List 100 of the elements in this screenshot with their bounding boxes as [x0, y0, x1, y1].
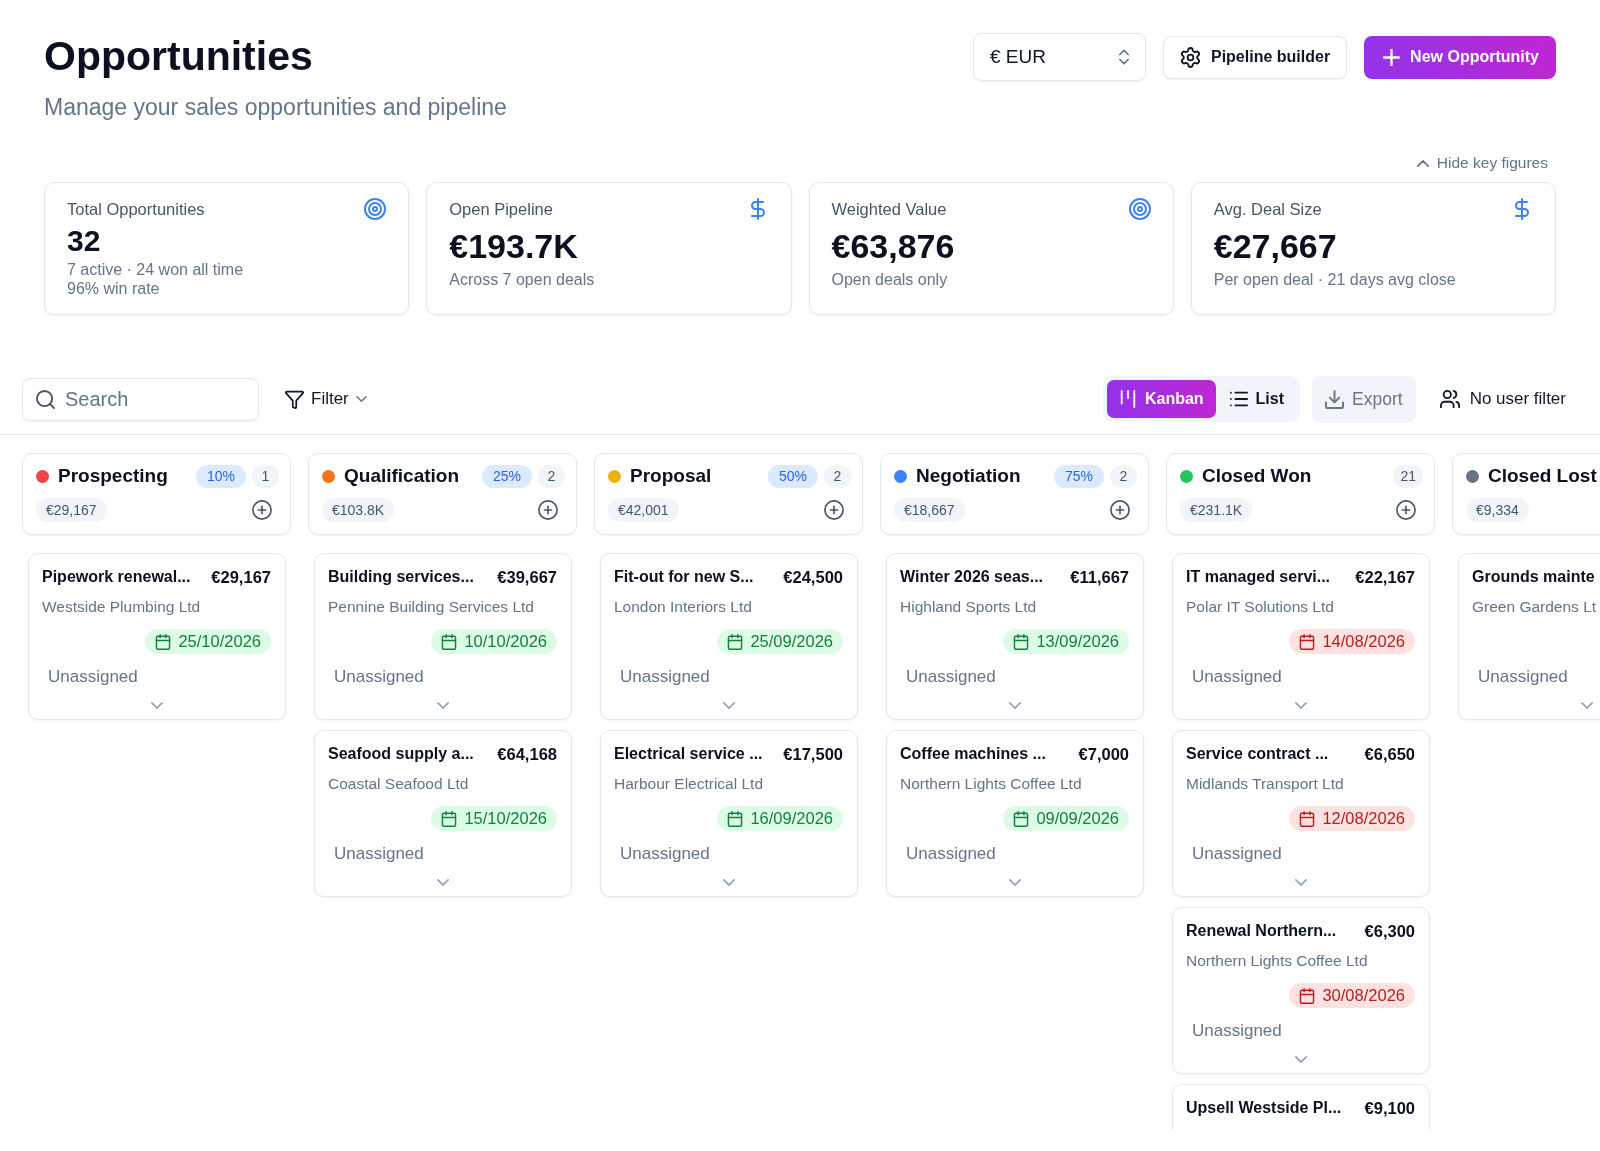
deal-amount: €17,500	[783, 744, 843, 764]
deal-amount: €22,167	[1355, 567, 1415, 587]
plus-circle-icon[interactable]	[252, 500, 272, 520]
chevron-down-icon	[355, 396, 367, 402]
calendar-icon	[727, 633, 744, 650]
deal-card[interactable]: Grounds mainte Green Gardens Lt Unassigned	[1458, 553, 1600, 720]
company-name: Green Gardens Lt	[1472, 597, 1597, 617]
search-field[interactable]: Search	[22, 377, 259, 421]
deal-title: Pipework renewal...	[42, 567, 191, 587]
calendar-icon	[1299, 987, 1316, 1004]
company-name: London Interiors Ltd	[614, 597, 752, 617]
view-tab[interactable]: Kanban	[1106, 380, 1216, 418]
assignee-label: Unassigned	[620, 843, 710, 865]
deal-card[interactable]: Building services... €39,667 Pennine Building Services Ltd 10/10/2026 Unassigned	[314, 553, 572, 720]
stat-note: Per open deal · 21 days avg close	[1213, 270, 1456, 290]
column-total-badge: €18,667	[894, 498, 965, 522]
chevron-down-icon[interactable]	[436, 879, 449, 886]
user-filter-button[interactable]: No user filter	[1429, 379, 1576, 419]
column-total-badge: €103.8K	[322, 498, 395, 522]
deal-amount: €39,667	[497, 567, 557, 587]
chevrons-up-down-icon	[1118, 49, 1129, 65]
deal-card[interactable]: Service contract ... €6,650 Midlands Transport Ltd 12/08/2026 Unassigned	[1172, 730, 1430, 897]
deal-card[interactable]: Electrical service ... €17,500 Harbour Electrical Ltd 16/09/2026 Unassigned	[600, 730, 858, 897]
new-opportunity-button[interactable]: New Opportunity	[1364, 35, 1556, 79]
due-date: 25/09/2026	[750, 631, 833, 652]
assignee-label: Unassigned	[48, 666, 138, 688]
chevron-down-icon[interactable]	[1294, 1056, 1307, 1063]
deal-count-badge: 2	[1110, 464, 1137, 488]
probability-badge: 25%	[481, 464, 532, 488]
company-name: Highland Sports Ltd	[900, 597, 1037, 617]
column-total-badge: €231.1K	[1180, 498, 1253, 522]
pipeline-builder-button[interactable]: Pipeline builder	[1162, 35, 1348, 79]
deal-card[interactable]: Winter 2026 seas... €11,667 Highland Sports Ltd 13/09/2026 Unassigned	[886, 553, 1144, 720]
stat-note: Across 7 open deals	[449, 270, 595, 290]
deal-amount: €7,000	[1078, 744, 1129, 764]
deal-count-badge: 21	[1393, 464, 1423, 488]
stat-label: Weighted Value	[831, 199, 947, 220]
calendar-icon	[155, 633, 172, 650]
deal-title: Seafood supply a...	[328, 744, 474, 764]
assignee-label: Unassigned	[1478, 666, 1568, 688]
deal-card[interactable]: Renewal Northern... €6,300 Northern Lights Coffee Ltd 30/08/2026 Unassigned	[1172, 907, 1430, 1074]
chevron-up-icon	[1416, 159, 1429, 167]
probability-badge: 75%	[1053, 464, 1104, 488]
chevron-down-icon[interactable]	[1294, 879, 1307, 886]
deal-title: IT managed servi...	[1186, 567, 1331, 587]
deal-amount: €9,100	[1364, 1098, 1415, 1118]
column-title: Closed Lost	[1488, 464, 1597, 488]
currency-select[interactable]: € EUR	[972, 33, 1146, 81]
deal-title: Building services...	[328, 567, 474, 587]
stat-label: Avg. Deal Size	[1213, 199, 1322, 220]
filter-icon	[285, 389, 304, 409]
deal-amount: €29,167	[211, 567, 271, 587]
chevron-down-icon[interactable]	[1294, 702, 1307, 709]
chevron-down-icon[interactable]	[1008, 879, 1021, 886]
calendar-icon	[727, 810, 744, 827]
chevron-down-icon[interactable]	[436, 702, 449, 709]
deal-title: Winter 2026 seas...	[900, 567, 1044, 587]
assignee-label: Unassigned	[334, 843, 424, 865]
chevron-down-icon[interactable]	[722, 879, 735, 886]
deal-card[interactable]: Seafood supply a... €64,168 Coastal Seafood Ltd 15/10/2026 Unassigned	[314, 730, 572, 897]
target-icon	[364, 198, 387, 220]
hide-key-figures-button[interactable]: Hide key figures	[1416, 153, 1548, 173]
plus-circle-icon[interactable]	[1396, 500, 1416, 520]
assignee-label: Unassigned	[1192, 843, 1282, 865]
calendar-icon	[1299, 633, 1316, 650]
due-date: 30/08/2026	[1322, 985, 1405, 1006]
due-date: 25/10/2026	[178, 631, 261, 652]
filter-button[interactable]: Filter	[279, 379, 373, 419]
chevron-down-icon[interactable]	[1008, 702, 1021, 709]
due-date: 15/10/2026	[464, 808, 547, 829]
deal-card[interactable]: Fit-out for new S... €24,500 London Interiors Ltd 25/09/2026 Unassigned	[600, 553, 858, 720]
chevron-down-icon[interactable]	[150, 702, 163, 709]
company-name: Northern Lights Coffee Ltd	[900, 774, 1082, 794]
deal-card[interactable]: Pipework renewal... €29,167 Westside Plumbing Ltd 25/10/2026 Unassigned	[28, 553, 286, 720]
chevron-down-icon[interactable]	[1580, 702, 1593, 709]
column-title: Qualification	[344, 464, 460, 488]
assignee-label: Unassigned	[620, 666, 710, 688]
deal-card[interactable]: Upsell Westside Pl... €9,100	[1172, 1084, 1430, 1130]
assignee-label: Unassigned	[906, 666, 996, 688]
stat-value: €193.7K	[449, 227, 578, 265]
due-date: 14/08/2026	[1322, 631, 1405, 652]
deal-card[interactable]: IT managed servi... €22,167 Polar IT Solutions Ltd 14/08/2026 Unassigned	[1172, 553, 1430, 720]
stat-value: 32	[67, 225, 101, 257]
target-icon	[1128, 198, 1151, 220]
assignee-label: Unassigned	[906, 843, 996, 865]
plus-circle-icon[interactable]	[824, 500, 844, 520]
kanban-icon	[1118, 390, 1137, 408]
deal-title: Service contract ...	[1186, 744, 1329, 764]
deal-title: Coffee machines ...	[900, 744, 1046, 764]
deal-amount: €6,300	[1364, 921, 1415, 941]
plus-circle-icon[interactable]	[538, 500, 558, 520]
stat-value: €27,667	[1213, 227, 1337, 265]
probability-badge: 10%	[195, 464, 246, 488]
chevron-down-icon[interactable]	[722, 702, 735, 709]
due-date: 16/09/2026	[750, 808, 833, 829]
plus-circle-icon[interactable]	[1110, 500, 1130, 520]
calendar-icon	[1013, 810, 1030, 827]
deal-count-badge: 2	[824, 464, 851, 488]
deal-card[interactable]: Coffee machines ... €7,000 Northern Lights Coffee Ltd 09/09/2026 Unassigned	[886, 730, 1144, 897]
view-tab[interactable]: List	[1217, 380, 1297, 418]
